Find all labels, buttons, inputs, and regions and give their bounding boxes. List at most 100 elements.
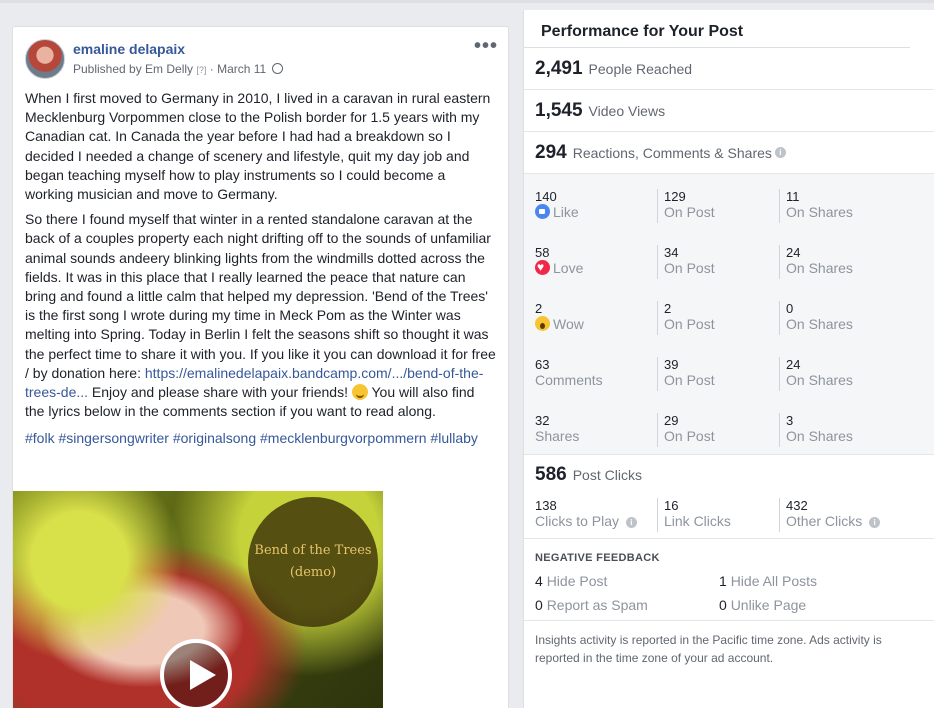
engagement-value: 294 [535, 141, 567, 163]
on-post-label: On Post [664, 316, 715, 332]
post-meta: Published by Em Delly [?] · March 11 [73, 62, 283, 76]
info-icon[interactable]: i [774, 147, 786, 158]
on-shares-cell: 11 On Shares [779, 189, 853, 223]
link-clicks-value: 16 [664, 498, 679, 513]
on-post-value: 2 [664, 301, 672, 316]
album-badge [248, 497, 378, 627]
other-clicks-cell: 432 Other Clicks i [779, 498, 881, 532]
reactions-breakdown: 140 Like 129 On Post 11 On Shares 58 Lov… [524, 174, 934, 455]
reaction-total: 32 [535, 413, 550, 428]
post-clicks-value: 586 [535, 464, 567, 485]
reaction-row-shares: 32 Shares 29 On Post 3 On Shares [524, 406, 934, 462]
post-clicks-section: 586 Post Clicks 138 Clicks to Play i 16 … [524, 455, 934, 539]
panel-title: Performance for Your Post [524, 10, 910, 48]
reaction-label: Comments [535, 372, 603, 388]
on-post-value: 29 [664, 413, 679, 428]
on-post-value: 34 [664, 245, 679, 260]
more-horizontal-icon[interactable]: ••• [474, 35, 498, 58]
post-paragraph-2: So there I found myself that winter in a… [25, 210, 496, 421]
reaction-total: 2 [535, 301, 543, 316]
on-shares-value: 24 [786, 357, 801, 372]
link-clicks-cell: 16 Link Clicks [657, 498, 731, 532]
unlike-page-stat: 0 Unlike Page [719, 597, 806, 613]
top-divider [0, 0, 934, 3]
engagement-row: 294 Reactions, Comments & Shares i [524, 132, 934, 174]
clicks-to-play-label: Clicks to Play [535, 513, 620, 529]
other-clicks-value: 432 [786, 498, 808, 513]
hide-all-value: 1 [719, 573, 727, 589]
reaction-total: 63 [535, 357, 550, 372]
video-views-label: Video Views [588, 102, 666, 119]
spam-value: 0 [535, 597, 543, 613]
post-paragraph-2-text: So there I found myself that winter in a… [25, 211, 496, 381]
author-avatar[interactable] [25, 39, 65, 79]
album-title: Bend of the Trees [254, 543, 372, 558]
reaction-row-wow: 2 Wow 2 On Post 0 On Shares [524, 294, 934, 350]
on-post-cell: 34 On Post [657, 245, 715, 279]
author-name[interactable]: emaline delapaix [73, 41, 185, 57]
negative-feedback-title: NEGATIVE FEEDBACK [535, 552, 660, 564]
post-date[interactable]: March 11 [217, 62, 266, 76]
hide-post-value: 4 [535, 573, 543, 589]
reaction-label: Shares [535, 428, 580, 444]
reaction-total: 140 [535, 189, 557, 204]
post-paragraph-1: When I first moved to Germany in 2010, I… [25, 90, 491, 203]
on-shares-cell: 24 On Shares [779, 357, 853, 391]
reaction-total-cell: 140 Like [535, 189, 579, 221]
video-thumbnail[interactable]: Bend of the Trees (demo) [13, 491, 383, 708]
reaction-row-like: 140 Like 129 On Post 11 On Shares [524, 182, 934, 238]
unlike-value: 0 [719, 597, 727, 613]
reaction-label: Wow [553, 316, 584, 332]
info-icon[interactable]: i [625, 517, 637, 528]
play-icon[interactable] [160, 639, 232, 708]
info-icon[interactable]: i [869, 517, 881, 528]
help-marker[interactable]: [?] [196, 65, 206, 75]
on-shares-label: On Shares [786, 204, 853, 220]
on-shares-label: On Shares [786, 372, 853, 388]
wow-icon [535, 316, 550, 331]
clicks-to-play-cell: 138 Clicks to Play i [535, 498, 637, 530]
globe-icon [271, 63, 283, 74]
on-shares-cell: 24 On Shares [779, 245, 853, 279]
post-text: When I first moved to Germany in 2010, I… [13, 89, 508, 421]
reaction-row-love: 58 Love 34 On Post 24 On Shares [524, 238, 934, 294]
on-shares-value: 11 [786, 189, 800, 204]
on-post-cell: 39 On Post [657, 357, 715, 391]
spam-label: Report as Spam [546, 597, 648, 613]
reaction-total-cell: 32 Shares [535, 413, 579, 445]
hide-all-posts-stat: 1 Hide All Posts [719, 573, 817, 589]
post-paragraph-2-after: Enjoy and please share with your friends… [88, 384, 352, 401]
on-post-cell: 29 On Post [657, 413, 715, 447]
link-clicks-label: Link Clicks [664, 513, 731, 529]
on-post-label: On Post [664, 260, 715, 276]
on-shares-label: On Shares [786, 428, 853, 444]
hide-all-label: Hide All Posts [730, 573, 818, 589]
on-post-label: On Post [664, 204, 715, 220]
hashtags[interactable]: #folk #singersongwriter #originalsong #m… [13, 429, 508, 448]
meta-separator: · [206, 62, 218, 76]
on-post-cell: 129 On Post [657, 189, 715, 223]
like-icon [535, 204, 550, 219]
reaction-total-cell: 2 Wow [535, 301, 584, 333]
video-views-row: 1,545 Video Views [524, 90, 934, 132]
reaction-row-comments: 63 Comments 39 On Post 24 On Shares [524, 350, 934, 406]
insights-panel: Performance for Your Post 2,491 People R… [523, 10, 934, 708]
reaction-total-cell: 63 Comments [535, 357, 603, 389]
on-post-value: 39 [664, 357, 679, 372]
hide-post-label: Hide Post [546, 573, 608, 589]
on-post-label: On Post [664, 428, 715, 444]
post-header: emaline delapaix Published by Em Delly [… [13, 27, 508, 89]
video-views-value: 1,545 [535, 99, 583, 121]
on-shares-value: 24 [786, 245, 801, 260]
reaction-label: Love [553, 260, 584, 276]
hide-post-stat: 4 Hide Post [535, 573, 607, 589]
on-post-cell: 2 On Post [657, 301, 715, 335]
reaction-total: 58 [535, 245, 550, 260]
on-shares-cell: 0 On Shares [779, 301, 853, 335]
on-shares-value: 0 [786, 301, 794, 316]
smiley-emoji-icon [351, 384, 368, 401]
published-by[interactable]: Published by Em Delly [73, 62, 193, 76]
album-subtitle: (demo) [289, 565, 337, 580]
clicks-breakdown: 138 Clicks to Play i 16 Link Clicks 432 … [524, 495, 934, 535]
on-post-label: On Post [664, 372, 715, 388]
